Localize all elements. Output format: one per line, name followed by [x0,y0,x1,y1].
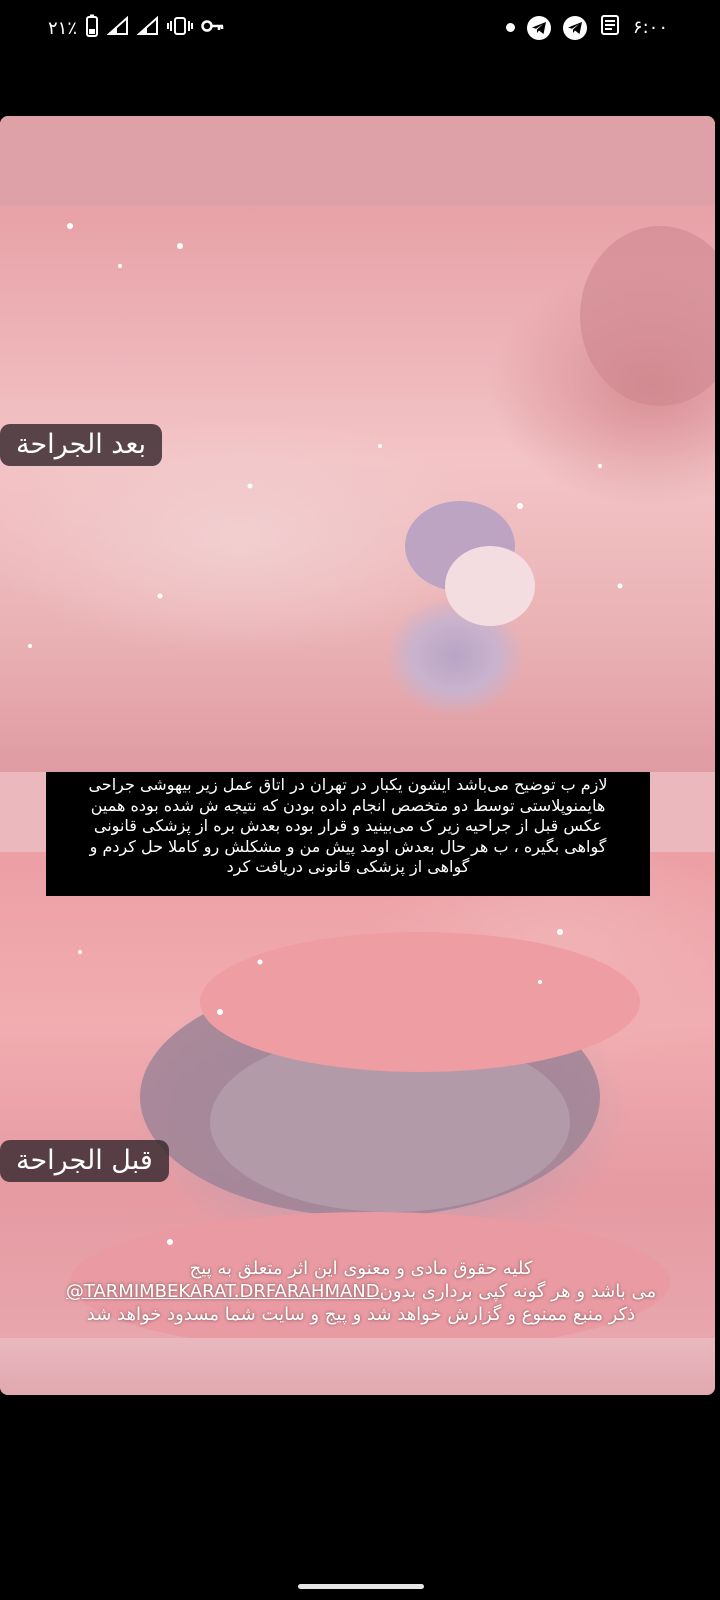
story-card[interactable]: بعد الجراحة قبل الجراحة لازم ب توضیح می‌… [0,116,715,1395]
caption-line: عکس قبل از جراحیه زیر ک می‌بینید و قرار … [93,816,603,835]
battery-percent: ۲۱٪ [48,18,78,39]
telegram-icon [562,15,587,40]
telegram-icon [526,15,551,40]
copyright-line: می باشد و هر گونه کپی برداری بدون@TARMIM… [16,1280,706,1303]
vibrate-icon [167,16,194,41]
caption-line: هایمنوپلاستی توسط دو متخصص انجام داده بو… [90,795,606,815]
copyright-line: کلیه حقوق مادی و معنوی این اثر متعلق به … [189,1258,533,1279]
caption-line: لازم ب توضیح می‌باشد ایشون یکبار در تهرا… [88,775,608,794]
before-surgery-label: قبل الجراحة [0,1140,169,1182]
status-left: ۲۱٪ [48,14,225,43]
status-bar: ۲۱٪ ۶:۰۰ [0,0,720,52]
caption-line: گواهی بگیره ، ب هر حال بعدش اومد پیش من … [89,836,607,856]
notification-dot-icon [505,23,515,32]
caption-line: گواهی از پزشکی قانونی دریافت کرد [226,857,470,876]
copyright-notice: کلیه حقوق مادی و معنوی این اثر متعلق به … [16,1257,706,1326]
top-band [0,116,715,206]
caption-box: لازم ب توضیح می‌باشد ایشون یکبار در تهرا… [46,772,650,896]
after-surgery-label: بعد الجراحة [0,424,163,466]
vpn-key-icon [201,18,225,39]
news-icon [599,14,621,41]
copyright-line: ذکر منبع ممنوع و گزارش خواهد شد و پیج و … [86,1304,636,1325]
bottom-band [0,1338,715,1395]
battery-icon [85,14,99,43]
clock: ۶:۰۰ [632,17,668,38]
home-indicator[interactable] [298,1584,424,1589]
page-handle-link[interactable]: @TARMIMBEKARAT.DRFARAHMAND [66,1281,380,1302]
after-surgery-photo [0,206,715,772]
signal-icon [106,15,129,41]
signal-icon [136,15,159,41]
copyright-text: می باشد و هر گونه کپی برداری بدون [379,1281,657,1302]
status-right: ۶:۰۰ [505,14,668,41]
